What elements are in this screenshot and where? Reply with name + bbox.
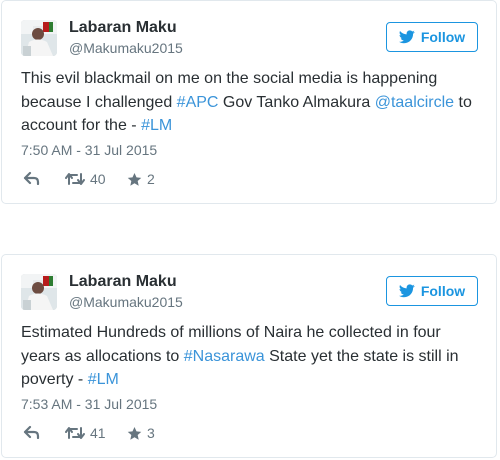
tweet-text: This evil blackmail on me on the social … [21, 67, 483, 138]
reply-button[interactable] [23, 171, 40, 185]
follow-button[interactable]: Follow [386, 22, 478, 52]
hashtag-link[interactable]: #LM [88, 371, 119, 388]
favorite-count: 3 [147, 425, 155, 441]
star-icon [127, 172, 142, 187]
retweet-count: 40 [90, 171, 106, 187]
follow-label: Follow [420, 283, 466, 299]
follow-button[interactable]: Follow [386, 276, 478, 306]
favorite-button[interactable]: 3 [127, 425, 155, 441]
favorite-button[interactable]: 2 [127, 171, 155, 187]
author-name[interactable]: Labaran Maku [69, 273, 177, 291]
twitter-bird-icon [398, 284, 415, 298]
hashtag-link[interactable]: #LM [141, 117, 172, 134]
reply-arrow-icon [23, 171, 40, 185]
author-handle[interactable]: @Makumaku2015 [69, 294, 183, 310]
hashtag-link[interactable]: #Nasarawa [184, 348, 265, 365]
hashtag-link[interactable]: #APC [177, 94, 219, 111]
tweet-text-part: Gov Tanko Almakura [218, 93, 375, 111]
tweet-card: Labaran Maku @Makumaku2015 Follow This e… [1, 0, 497, 204]
tweet-text: Estimated Hundreds of millions of Naira … [21, 321, 483, 392]
star-icon [127, 426, 142, 441]
avatar[interactable] [21, 20, 57, 56]
retweet-icon [65, 172, 85, 186]
twitter-bird-icon [398, 30, 415, 44]
retweet-button[interactable]: 40 [65, 171, 106, 187]
avatar[interactable] [21, 274, 57, 310]
favorite-count: 2 [147, 171, 155, 187]
author-name[interactable]: Labaran Maku [69, 19, 177, 37]
retweet-count: 41 [90, 425, 106, 441]
reply-arrow-icon [23, 425, 40, 439]
reply-button[interactable] [23, 425, 40, 439]
mention-link[interactable]: @taalcircle [375, 94, 454, 111]
retweet-icon [65, 426, 85, 440]
author-handle[interactable]: @Makumaku2015 [69, 40, 183, 56]
tweet-timestamp[interactable]: 7:53 AM - 31 Jul 2015 [21, 396, 157, 412]
follow-label: Follow [420, 29, 466, 45]
retweet-button[interactable]: 41 [65, 425, 106, 441]
tweet-timestamp[interactable]: 7:50 AM - 31 Jul 2015 [21, 142, 157, 158]
tweet-card: Labaran Maku @Makumaku2015 Follow Estima… [1, 254, 497, 458]
